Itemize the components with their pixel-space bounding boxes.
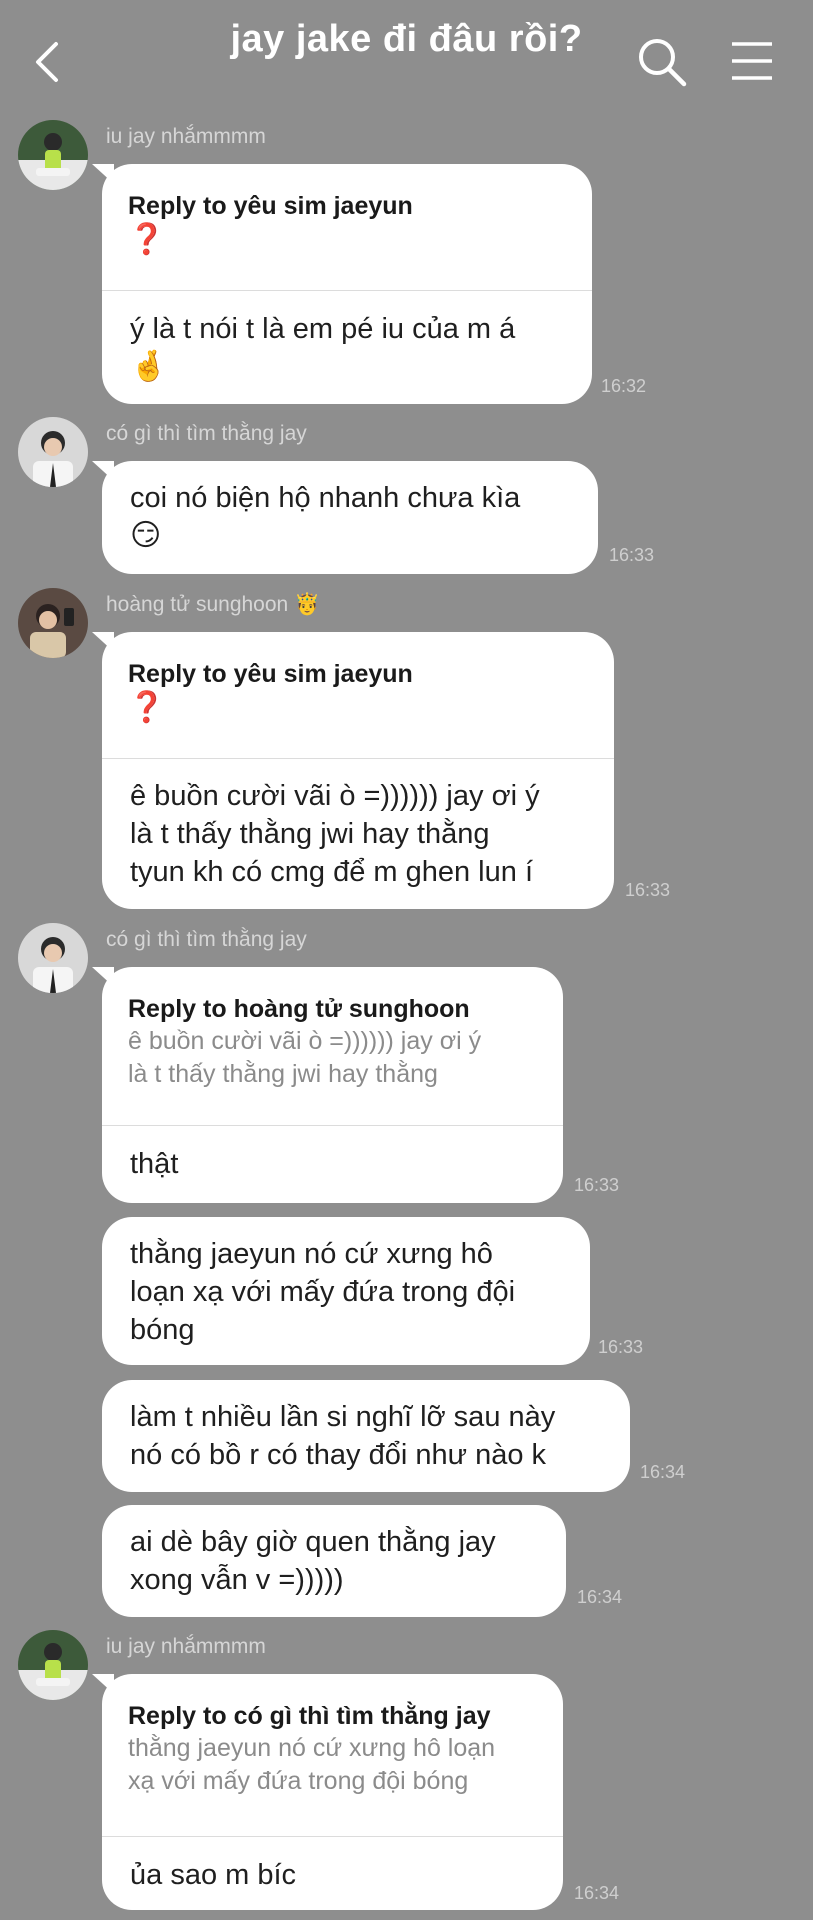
message-bubble[interactable]: Reply to yêu sim jaeyun ❓ ý là t nói t l…: [92, 164, 592, 404]
message-text: thật: [130, 1148, 179, 1180]
avatar[interactable]: [18, 923, 88, 993]
sender-name: có gì thì tìm thằng jay: [106, 928, 307, 951]
message-time: 16:34: [577, 1587, 623, 1607]
reply-title: Reply to yêu sim jaeyun: [128, 660, 413, 688]
prince-icon: 🤴: [294, 593, 321, 616]
menu-button[interactable]: [728, 38, 776, 84]
sender-name: hoàng tử sunghoon 🤴: [106, 593, 321, 616]
message-bubble[interactable]: làm t nhiều lần si nghĩ lỡ sau này nó có…: [102, 1380, 630, 1492]
message-text: ý là t nói t là em pé iu của m á 🤞: [130, 310, 515, 386]
message-bubble[interactable]: thằng jaeyun nó cứ xưng hô loạn xạ với m…: [102, 1217, 590, 1365]
message-time: 16:32: [601, 376, 647, 396]
message-text: thằng jaeyun nó cứ xưng hô loạn xạ với m…: [130, 1238, 516, 1346]
reply-quote: thằng jaeyun nó cứ xưng hô loạn xạ với m…: [128, 1734, 496, 1795]
sender-name: có gì thì tìm thằng jay: [106, 422, 307, 445]
reply-preview[interactable]: Reply to có gì thì tìm thằng jay thằng j…: [102, 1674, 563, 1798]
divider: [102, 758, 614, 759]
message-bubble[interactable]: Reply to có gì thì tìm thằng jay thằng j…: [92, 1674, 563, 1910]
reply-preview[interactable]: Reply to hoàng tử sunghoon ê buồn cười v…: [102, 967, 563, 1091]
avatar[interactable]: [18, 120, 88, 190]
crossed-fingers-icon: 🤞: [130, 350, 168, 383]
message-bubble[interactable]: Reply to hoàng tử sunghoon ê buồn cười v…: [92, 967, 563, 1203]
message-bubble[interactable]: coi nó biện hộ nhanh chưa kìa 😏: [92, 461, 598, 574]
message-text: làm t nhiều lần si nghĩ lỡ sau này nó có…: [130, 1401, 556, 1471]
message-bubble[interactable]: Reply to yêu sim jaeyun ❓ ê buồn cười vã…: [92, 632, 614, 909]
message-text: coi nó biện hộ nhanh chưa kìa 😏: [130, 479, 520, 555]
question-mark-icon: ❓: [128, 691, 166, 724]
search-icon: [639, 39, 687, 87]
message-text: ủa sao m bíc: [130, 1859, 297, 1891]
sender-name: iu jay nhắmmmm: [106, 1635, 266, 1658]
avatar[interactable]: [18, 1630, 88, 1700]
reply-title: Reply to hoàng tử sunghoon: [128, 995, 470, 1023]
reply-preview[interactable]: Reply to yêu sim jaeyun ❓: [102, 164, 592, 258]
reply-preview[interactable]: Reply to yêu sim jaeyun ❓: [102, 632, 614, 726]
sender-name: iu jay nhắmmmm: [106, 125, 266, 148]
menu-icon: [732, 42, 772, 80]
avatar[interactable]: [18, 417, 88, 487]
message-time: 16:34: [640, 1462, 686, 1482]
chat-title: jay jake đi đâu rồi?: [230, 18, 583, 60]
message-time: 16:33: [609, 545, 655, 565]
message-text: ai dè bây giờ quen thằng jay xong vẫn v …: [130, 1526, 496, 1596]
search-button[interactable]: [636, 36, 688, 88]
message-time: 16:33: [574, 1175, 620, 1195]
message-time: 16:33: [625, 880, 671, 900]
avatar[interactable]: [18, 588, 88, 658]
divider: [102, 290, 592, 291]
divider: [102, 1836, 563, 1837]
chat-header: jay jake đi đâu rồi?: [0, 0, 813, 120]
message-time: 16:33: [598, 1337, 644, 1357]
message-text: ê buồn cười vãi ò =)))))) jay ơi ý là t …: [130, 780, 540, 888]
reply-quote: ê buồn cười vãi ò =)))))) jay ơi ý là t …: [128, 1027, 482, 1088]
message-time: 16:34: [574, 1883, 620, 1903]
reply-title: Reply to yêu sim jaeyun: [128, 192, 413, 220]
question-mark-icon: ❓: [128, 223, 166, 256]
reply-title: Reply to có gì thì tìm thằng jay: [128, 1702, 491, 1730]
smirk-icon: 😏: [130, 519, 162, 552]
divider: [102, 1125, 563, 1126]
message-bubble[interactable]: ai dè bây giờ quen thằng jay xong vẫn v …: [102, 1505, 566, 1617]
